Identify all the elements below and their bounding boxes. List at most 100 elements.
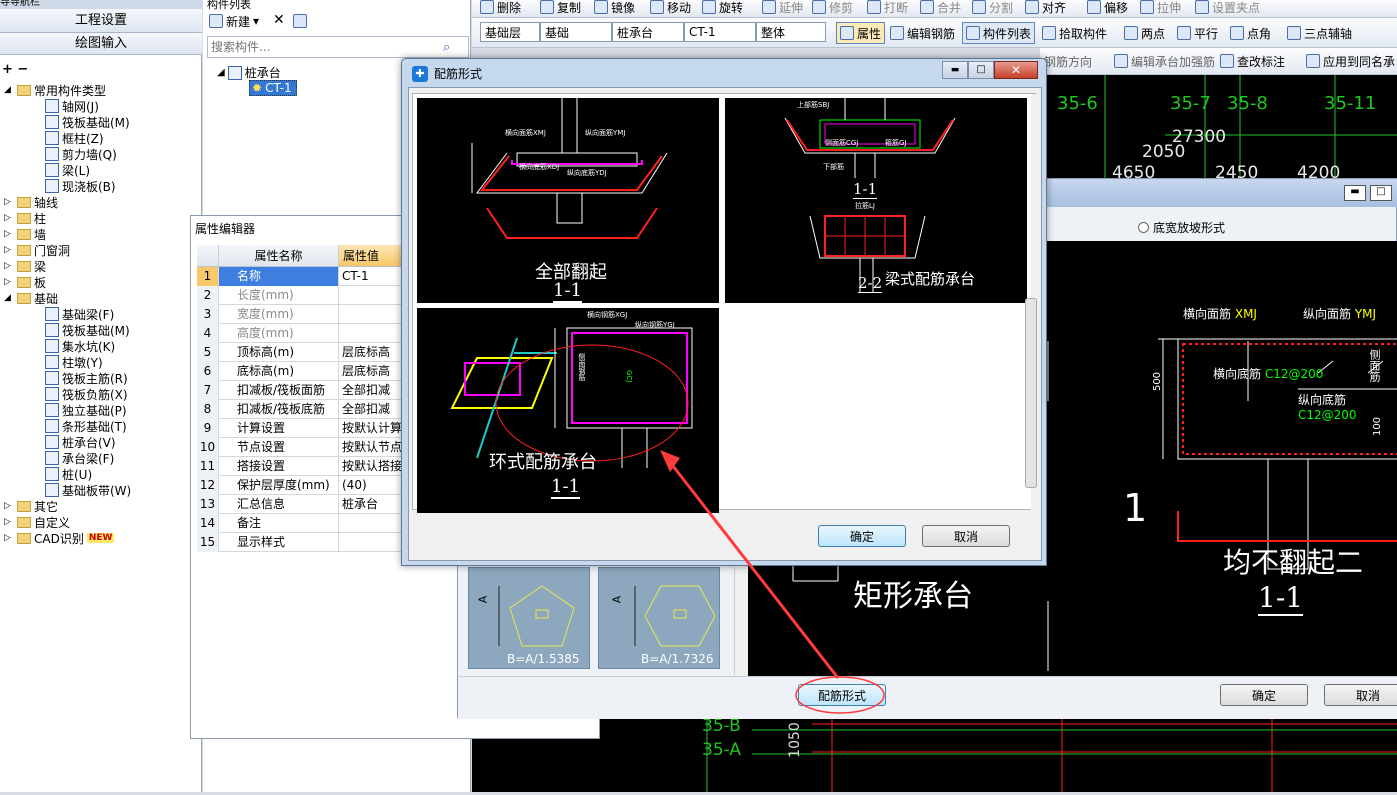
type-select[interactable]: 桩承台	[612, 22, 684, 42]
maximize-icon[interactable]: □	[968, 61, 994, 79]
name-select[interactable]: CT-1	[684, 22, 756, 42]
close-icon[interactable]: ✕	[994, 61, 1038, 79]
maximize-icon[interactable]: □	[1370, 185, 1392, 201]
new-component-button[interactable]: 新建 ▾	[209, 10, 259, 32]
tree-item[interactable]: 梁(L)	[32, 162, 90, 178]
tree-item[interactable]: ▷ 门窗洞	[4, 242, 70, 258]
tree-item[interactable]: ▷ 轴线	[4, 194, 58, 210]
search-input[interactable]	[208, 40, 443, 54]
delete-button[interactable]: 删除	[480, 0, 521, 18]
radio-icon[interactable]	[1138, 222, 1149, 233]
rebar-form-cancel-button[interactable]: 取消	[922, 525, 1010, 547]
tree-item[interactable]: ▷ 板	[4, 274, 46, 290]
tree-item[interactable]: 框柱(Z)	[32, 130, 104, 146]
category-select[interactable]: 基础	[540, 22, 612, 42]
tree-item[interactable]: 轴网(J)	[32, 98, 99, 114]
expand-collapse-icon[interactable]: + −	[2, 62, 28, 77]
minimize-icon[interactable]: ▬	[1344, 185, 1366, 201]
tree-item-ct1[interactable]: ✹ CT-1	[249, 80, 297, 96]
scroll-thumb[interactable]	[1025, 298, 1037, 488]
tree-item[interactable]: ◢ 基础	[4, 290, 58, 306]
expand-icon[interactable]: ▷	[4, 261, 14, 271]
tree-item[interactable]: ▷ 自定义	[4, 514, 70, 530]
tree-item[interactable]: 筏板负筋(X)	[32, 386, 128, 402]
expand-icon[interactable]: ▷	[4, 517, 14, 527]
tree-item[interactable]: ◢ 常用构件类型	[4, 82, 106, 98]
tree-item[interactable]: 承台梁(F)	[32, 450, 114, 466]
apply-same-name-button[interactable]: 应用到同名承	[1306, 50, 1395, 72]
point-angle-button[interactable]: 点角	[1230, 22, 1271, 44]
option-beam-cap[interactable]: 上部筋SBJ 侧面筋CGJ 箍筋GJ 下部筋 拉筋LJ 1-1 2-2 梁式配筋…	[725, 98, 1027, 303]
expand-icon[interactable]: ▷	[4, 245, 14, 255]
tree-item[interactable]: 基础板带(W)	[32, 482, 131, 498]
project-settings-button[interactable]: 工程设置	[0, 9, 202, 33]
tree-item[interactable]: 现浇板(B)	[32, 178, 116, 194]
offset-button[interactable]: 偏移	[1087, 0, 1128, 18]
scope-select[interactable]: 整体	[756, 22, 826, 42]
minimize-icon[interactable]: ▬	[942, 61, 968, 79]
trim-button[interactable]: 修剪	[812, 0, 853, 18]
shape-thumb-hexagon[interactable]: A B=A/1.7326	[598, 567, 720, 669]
search-icon[interactable]: ⌕	[443, 40, 450, 55]
tree-item[interactable]: 筏板主筋(R)	[32, 370, 128, 386]
rotate-button[interactable]: 旋转	[702, 0, 743, 18]
break-button[interactable]: 打断	[867, 0, 908, 18]
expand-icon[interactable]: ▷	[4, 501, 14, 511]
tree-item[interactable]: 集水坑(K)	[32, 338, 115, 354]
align-button[interactable]: 对齐	[1025, 0, 1066, 18]
tree-item[interactable]: 独立基础(P)	[32, 402, 127, 418]
rebar-form-button[interactable]: 配筋形式	[798, 684, 886, 706]
parallel-button[interactable]: 平行	[1177, 22, 1218, 44]
shape-thumb-pentagon[interactable]: A B=A/1.5385	[468, 567, 590, 669]
tree-item[interactable]: 桩承台(V)	[32, 434, 116, 450]
tree-item[interactable]: ▷ CAD识别 NEW	[4, 530, 115, 546]
tree-item[interactable]: 条形基础(T)	[32, 418, 127, 434]
tree-item[interactable]: ▷ 墙	[4, 226, 46, 242]
collapse-icon[interactable]: ◢	[4, 85, 14, 95]
extend-button[interactable]: 延伸	[762, 0, 803, 18]
floor-select[interactable]: 基础层	[480, 22, 540, 42]
three-point-axis-button[interactable]: 三点辅轴	[1287, 22, 1352, 44]
two-point-button[interactable]: 两点	[1124, 22, 1165, 44]
move-button[interactable]: 移动	[650, 0, 691, 18]
drawing-input-button[interactable]: 绘图输入	[0, 33, 202, 55]
copy-button[interactable]: 复制	[540, 0, 581, 18]
rebar-form-ok-button[interactable]: 确定	[818, 525, 906, 547]
expand-icon[interactable]: ▷	[4, 277, 14, 287]
properties-button[interactable]: 属性	[836, 22, 886, 44]
modify-label-button[interactable]: 查改标注	[1220, 50, 1285, 72]
delete-icon[interactable]: ✕	[273, 12, 285, 28]
tree-item[interactable]: ▷ 柱	[4, 210, 46, 226]
cap-cancel-button[interactable]: 取消	[1324, 684, 1397, 706]
tree-item[interactable]: ▷ 其它	[4, 498, 58, 514]
option-all-upturned[interactable]: 横向面筋XMJ 纵向面筋YMJ 横向底筋XDJ 纵向底筋YDJ 全部翻起 1-1	[417, 98, 719, 303]
edit-cap-rebar-button[interactable]: 编辑承台加强筋	[1114, 50, 1215, 72]
expand-icon[interactable]: ▷	[4, 213, 14, 223]
tree-root[interactable]: ◢ 桩承台	[217, 64, 281, 81]
cap-ok-button[interactable]: 确定	[1220, 684, 1308, 706]
tree-item[interactable]: 柱墩(Y)	[32, 354, 103, 370]
tree-item[interactable]: ▷ 梁	[4, 258, 46, 274]
copy-icon[interactable]	[293, 14, 307, 31]
thumb-scrollbar[interactable]	[734, 567, 746, 675]
tree-item[interactable]: 基础梁(F)	[32, 306, 114, 322]
stretch-button[interactable]: 拉伸	[1140, 0, 1181, 18]
pick-component-button[interactable]: 拾取构件	[1042, 22, 1107, 44]
option-ring-cap[interactable]: 横向钢筋XGJ 纵向钢筋YGJ 侧面钢筋 GCJ 环式配筋承台 1-1	[417, 308, 719, 513]
cad-viewport-bottom[interactable]: 35-B 35-A 1050	[472, 712, 1397, 792]
slope-option[interactable]: 底宽放坡形式	[1138, 219, 1225, 236]
edit-rebar-button[interactable]: 编辑钢筋	[890, 22, 955, 44]
rebar-direction-button[interactable]: 钢筋方向	[1044, 50, 1092, 72]
tree-item[interactable]: 剪力墙(Q)	[32, 146, 117, 162]
component-list-button[interactable]: 构件列表	[962, 22, 1036, 44]
expand-icon[interactable]: ▷	[4, 229, 14, 239]
grip-button[interactable]: 设置夹点	[1195, 0, 1260, 18]
expand-icon[interactable]: ▷	[4, 197, 14, 207]
collapse-icon[interactable]: ◢	[4, 293, 14, 303]
mirror-button[interactable]: 镜像	[594, 0, 635, 18]
tree-item[interactable]: 桩(U)	[32, 466, 92, 482]
tree-item[interactable]: 筏板基础(M)	[32, 114, 130, 130]
expand-icon[interactable]: ▷	[4, 533, 14, 543]
tree-item[interactable]: 筏板基础(M)	[32, 322, 130, 338]
split-button[interactable]: 分割	[972, 0, 1013, 18]
